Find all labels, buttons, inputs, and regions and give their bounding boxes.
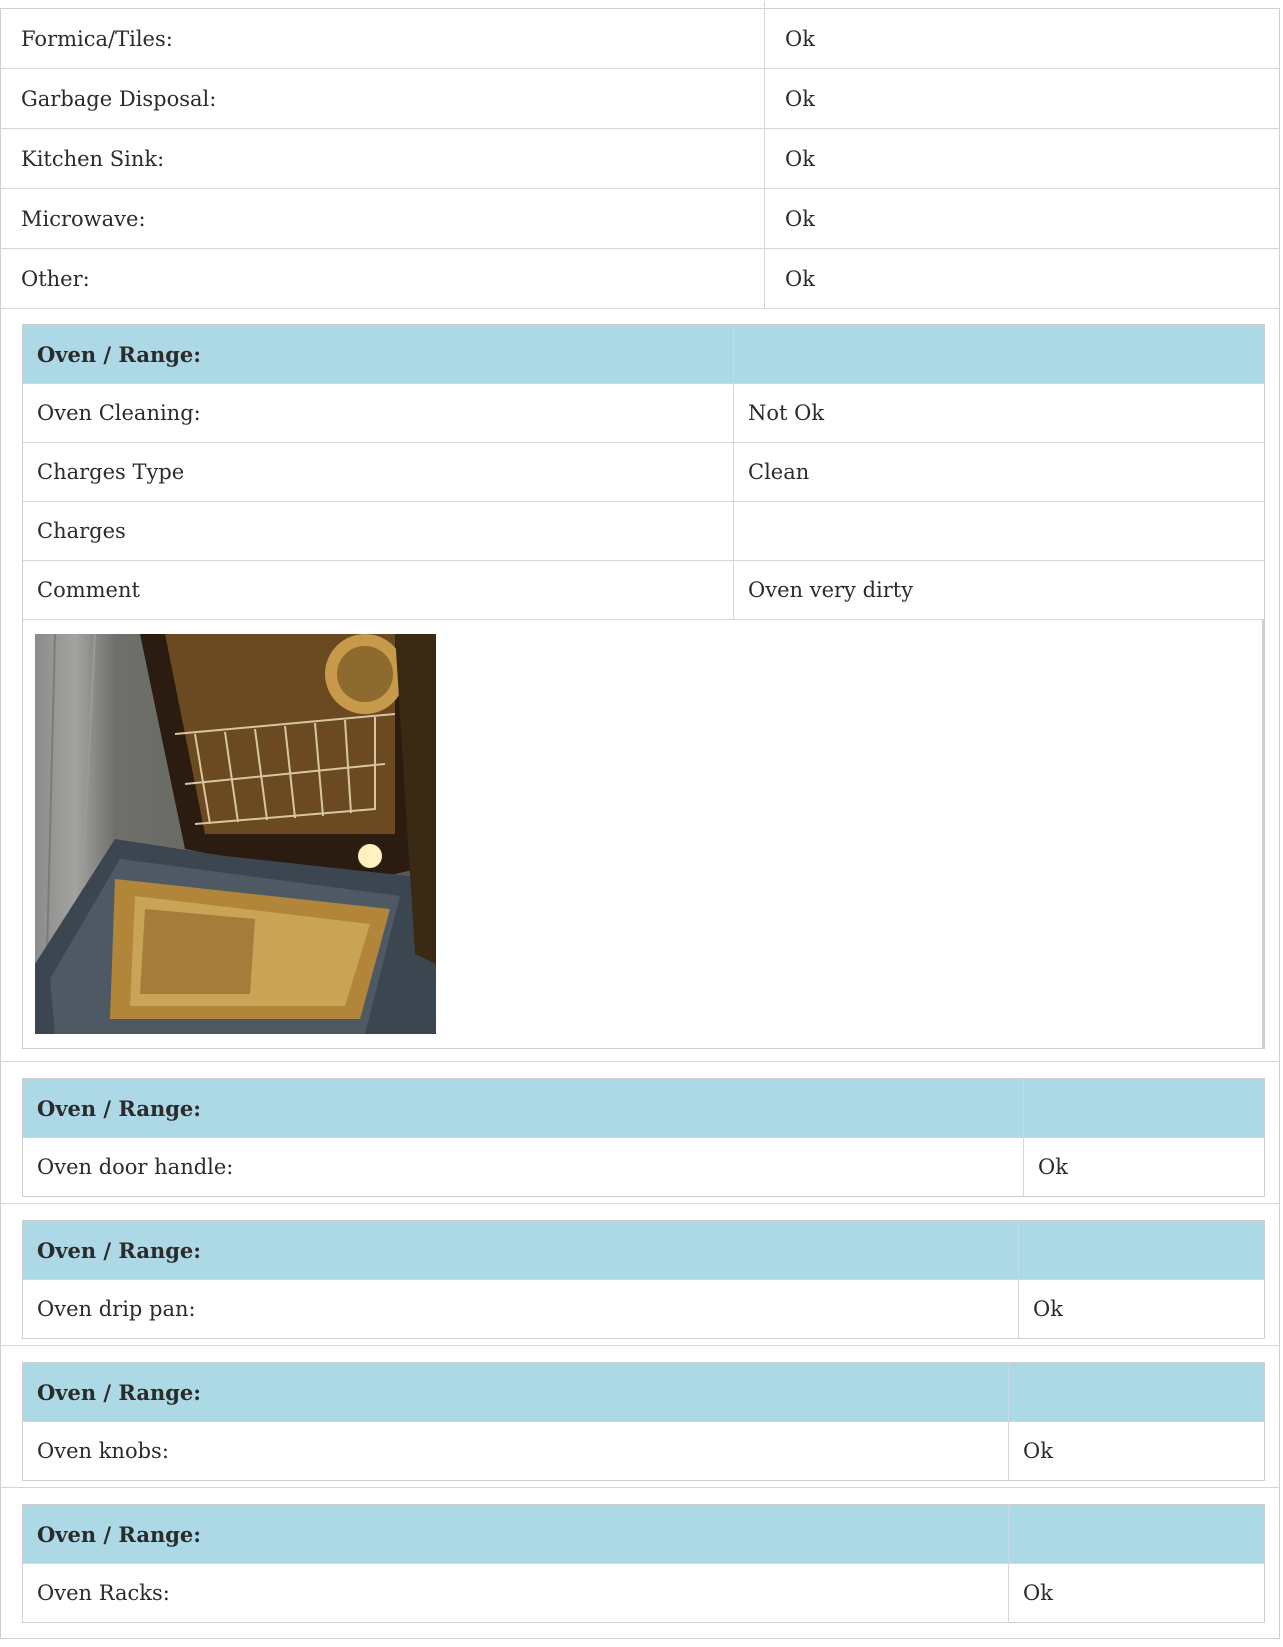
oven-door-handle-table: Oven / Range: Oven door handle: Ok [22, 1078, 1265, 1197]
item-status: Ok [1023, 1581, 1053, 1605]
section-title: Oven / Range: [23, 1221, 1019, 1279]
section-header-empty [1009, 1505, 1264, 1563]
oven-cleaning-section: Oven / Range: Oven Cleaning: Not Ok Char… [1, 309, 1279, 1062]
section-header-empty [1024, 1079, 1264, 1137]
item-status: Ok [785, 206, 815, 231]
table-row: Formica/Tiles: Ok [1, 1, 1279, 69]
item-status: Clean [748, 460, 810, 484]
section-header-empty [734, 325, 1264, 383]
photo-container [23, 620, 1264, 1048]
oven-drip-pan-table: Oven / Range: Oven drip pan: Ok [22, 1220, 1265, 1339]
item-label: Garbage Disposal: [1, 69, 765, 128]
item-status: Ok [1038, 1155, 1068, 1179]
section-header: Oven / Range: [23, 1079, 1264, 1138]
oven-drip-pan-section: Oven / Range: Oven drip pan: Ok [1, 1204, 1279, 1346]
section-header: Oven / Range: [23, 1221, 1264, 1280]
item-status: Ok [785, 266, 815, 291]
oven-photo[interactable] [35, 634, 436, 1034]
oven-cleaning-table: Oven / Range: Oven Cleaning: Not Ok Char… [22, 324, 1265, 1049]
section-header: Oven / Range: [23, 1363, 1264, 1422]
item-label: Comment [23, 561, 734, 619]
item-label: Oven Cleaning: [23, 384, 734, 442]
item-label: Other: [1, 249, 765, 308]
table-row: Other: Ok [1, 249, 1279, 309]
item-label: Microwave: [1, 189, 765, 248]
table-row: Garbage Disposal: Ok [1, 69, 1279, 129]
item-label: Oven knobs: [23, 1422, 1009, 1480]
table-row: Oven door handle: Ok [23, 1138, 1264, 1196]
table-row: Kitchen Sink: Ok [1, 129, 1279, 189]
item-label: Oven drip pan: [23, 1280, 1019, 1338]
table-row: Comment Oven very dirty [23, 561, 1264, 620]
section-header-empty [1009, 1363, 1264, 1421]
table-row: Charges Type Clean [23, 443, 1264, 502]
oven-knobs-section: Oven / Range: Oven knobs: Ok [1, 1346, 1279, 1488]
table-row: Oven Racks: Ok [23, 1564, 1264, 1622]
section-title: Oven / Range: [23, 1079, 1024, 1137]
table-row: Charges [23, 502, 1264, 561]
item-status [734, 502, 1264, 560]
inspection-report: Formica/Tiles: Ok Garbage Disposal: Ok K… [0, 1, 1280, 1639]
table-row: Oven knobs: Ok [23, 1422, 1264, 1480]
item-label: Oven Racks: [23, 1564, 1009, 1622]
item-label: Charges Type [23, 443, 734, 501]
oven-knobs-table: Oven / Range: Oven knobs: Ok [22, 1362, 1265, 1481]
table-row: Oven drip pan: Ok [23, 1280, 1264, 1338]
kitchen-items-table: Formica/Tiles: Ok Garbage Disposal: Ok K… [1, 1, 1279, 309]
item-label: Formica/Tiles: [1, 1, 765, 68]
item-status: Ok [785, 26, 815, 51]
item-comment: Oven very dirty [748, 578, 914, 602]
item-status: Ok [785, 146, 815, 171]
section-header-empty [1019, 1221, 1264, 1279]
oven-racks-section: Oven / Range: Oven Racks: Ok [1, 1488, 1279, 1638]
item-label: Kitchen Sink: [1, 129, 765, 188]
item-label: Oven door handle: [23, 1138, 1024, 1196]
section-header: Oven / Range: [23, 325, 1264, 384]
section-title: Oven / Range: [23, 1505, 1009, 1563]
table-row: Microwave: Ok [1, 189, 1279, 249]
item-status: Ok [785, 86, 815, 111]
item-status: Not Ok [748, 401, 825, 425]
item-status: Ok [1023, 1439, 1053, 1463]
item-status: Ok [1033, 1297, 1063, 1321]
item-label: Charges [23, 502, 734, 560]
section-title: Oven / Range: [23, 1363, 1009, 1421]
table-row: Oven Cleaning: Not Ok [23, 384, 1264, 443]
oven-racks-table: Oven / Range: Oven Racks: Ok [22, 1504, 1265, 1623]
section-title: Oven / Range: [23, 325, 734, 383]
section-header: Oven / Range: [23, 1505, 1264, 1564]
oven-door-handle-section: Oven / Range: Oven door handle: Ok [1, 1062, 1279, 1204]
